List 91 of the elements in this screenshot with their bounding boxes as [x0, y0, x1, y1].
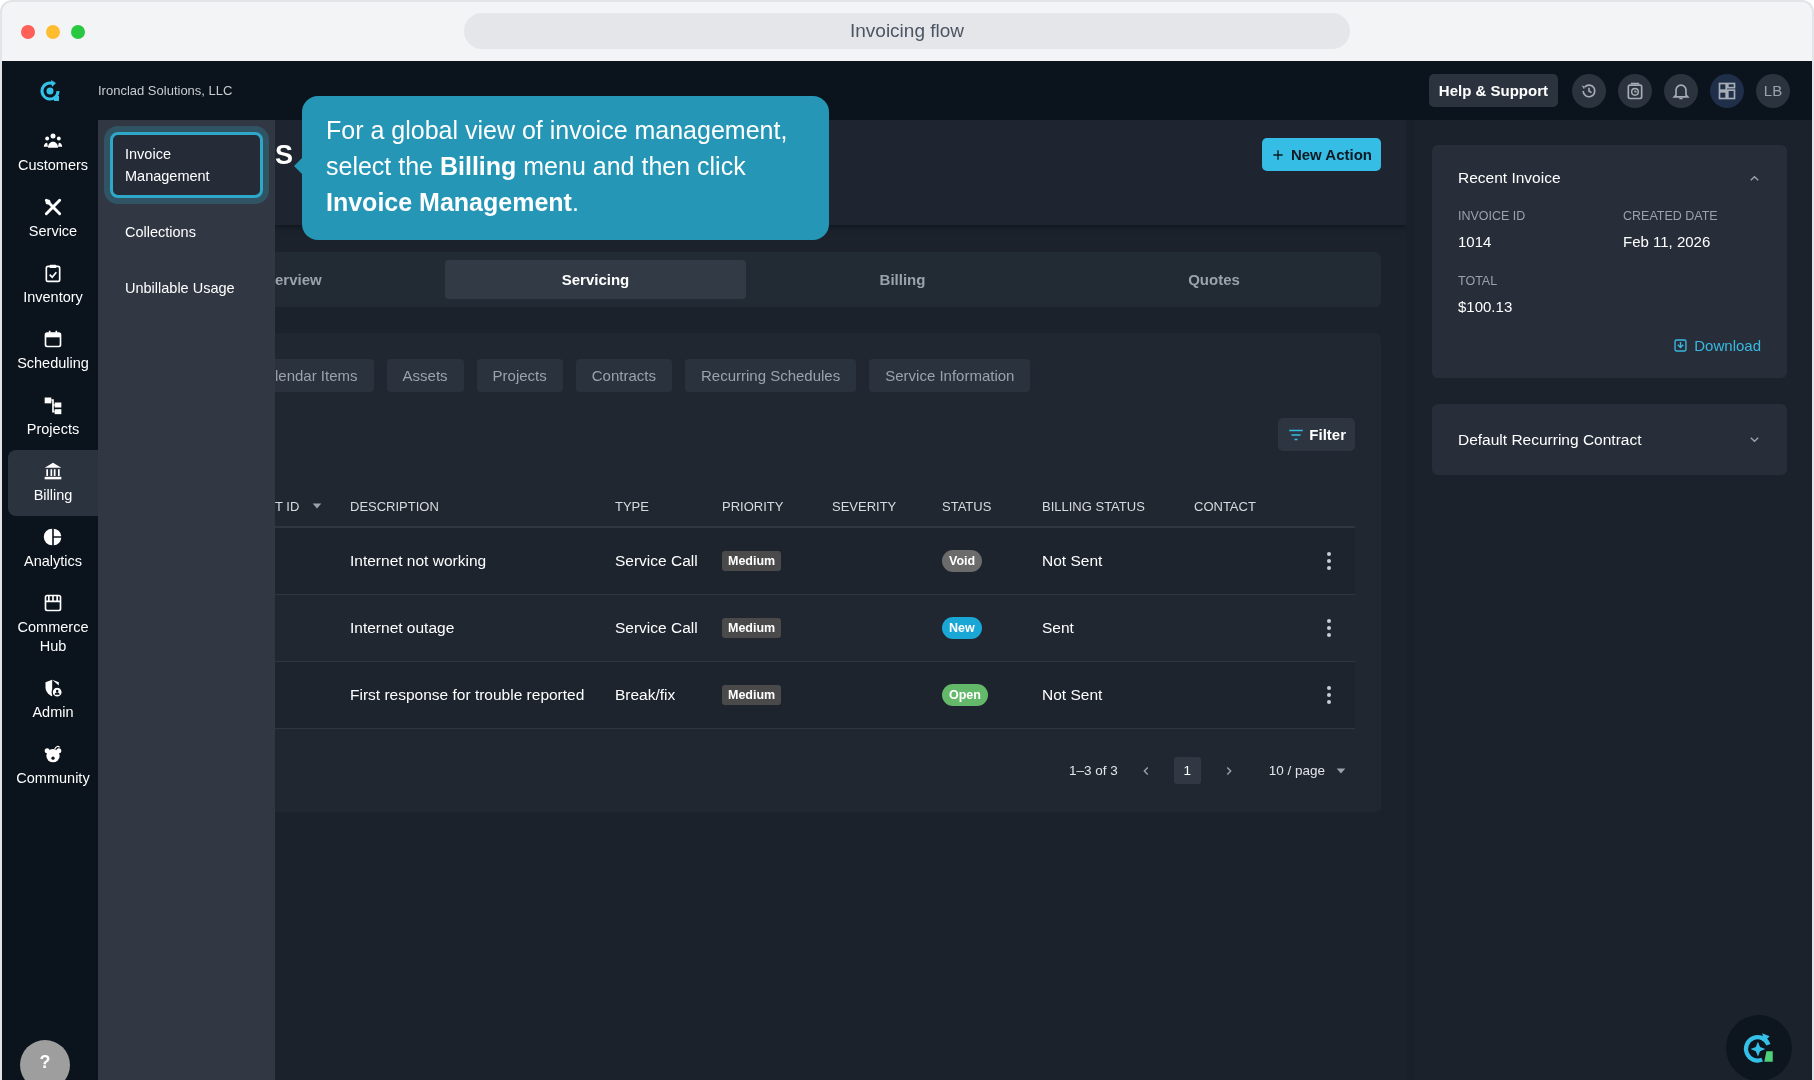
column-header: TYPE [615, 498, 649, 514]
sub-tab[interactable]: Assets [386, 359, 464, 392]
column-header: CONTACT [1194, 498, 1256, 514]
table-cell: Sent [1042, 619, 1074, 637]
priority-badge: Medium [722, 685, 782, 705]
priority-badge: Medium [722, 618, 782, 638]
table-cell: Internet not working [350, 552, 487, 570]
status-badge: Open [942, 684, 988, 706]
nav-item[interactable]: Scheduling [8, 318, 98, 384]
column-header: DESCRIPTION [350, 498, 439, 514]
priority-badge: Medium [722, 551, 782, 571]
table-cell: Not Sent [1042, 552, 1103, 570]
sub-tab[interactable]: Recurring Schedules [684, 359, 857, 392]
nav-item[interactable]: Service [8, 186, 98, 252]
tooltip-message: For a global view of invoice management, select the Billing menu and then click Invoice Management. [294, 96, 829, 240]
field-label: CREATED DATE [1623, 209, 1719, 223]
column-header: SEVERITY [832, 498, 897, 514]
panel-title: Default Recurring Contract [1458, 430, 1642, 449]
download-link[interactable]: Download [1673, 337, 1761, 354]
table-cell: Service Call [615, 619, 698, 637]
field-label: INVOICE ID [1458, 209, 1527, 223]
page-size-select[interactable]: 10 / page [1268, 763, 1347, 778]
sub-tab[interactable]: lendar Items [275, 359, 374, 392]
close-dot[interactable] [21, 24, 35, 39]
timesheet-icon [1625, 80, 1645, 101]
filter-button[interactable]: Filter [1278, 418, 1355, 451]
submenu-item[interactable]: Unbillable Usage [110, 266, 263, 310]
nav-item[interactable]: Commerce Hub [8, 582, 98, 667]
minimize-dot[interactable] [46, 24, 60, 39]
clipboard-icon [43, 263, 63, 283]
sub-tab[interactable]: Service Information [869, 359, 1031, 392]
column-header: PRIORITY [722, 498, 784, 514]
tools-icon [43, 197, 63, 217]
dashboard-button[interactable] [1710, 73, 1744, 108]
company-name: Ironclad Solutions, LLC [98, 83, 234, 98]
panel-title: Recent Invoice [1458, 169, 1561, 187]
new-action-button[interactable]: New Action [1261, 138, 1381, 171]
logo-icon [38, 78, 62, 103]
bank-icon [43, 461, 63, 481]
shield-user-icon [43, 678, 63, 698]
table-cell: Internet outage [350, 619, 455, 637]
field-value: Feb 11, 2026 [1623, 233, 1712, 250]
download-icon [1673, 338, 1689, 353]
avatar[interactable]: LB [1756, 73, 1790, 108]
submenu-item[interactable]: Collections [110, 210, 263, 254]
dashboard-icon [1717, 80, 1737, 101]
maximize-dot[interactable] [71, 24, 85, 39]
nav-item[interactable]: Billing [8, 450, 98, 516]
sub-tab[interactable]: Projects [476, 359, 563, 392]
table-cell: Not Sent [1042, 686, 1103, 704]
column-header[interactable]: T ID [275, 498, 300, 514]
calendar-icon [43, 329, 63, 349]
nav-item[interactable]: Inventory [8, 252, 98, 318]
nav-item[interactable]: Projects [8, 384, 98, 450]
page-heading: S [275, 140, 293, 171]
pagination-summary: 1–3 of 3 [1068, 763, 1118, 778]
field-label: TOTAL [1458, 274, 1499, 288]
history-button[interactable] [1572, 73, 1606, 108]
more-icon[interactable] [1325, 685, 1332, 705]
page-number[interactable]: 1 [1173, 757, 1201, 784]
nav-item[interactable]: Customers [8, 120, 98, 186]
tab[interactable]: Billing [746, 260, 1059, 299]
field-value: $100.13 [1458, 298, 1514, 315]
people-icon [43, 131, 63, 151]
tab[interactable]: erview [275, 260, 445, 299]
storefront-icon [43, 593, 63, 613]
pie-chart-icon [43, 527, 63, 547]
nav-item[interactable]: Admin [8, 667, 98, 733]
tab[interactable]: Servicing [445, 260, 746, 299]
nav-item[interactable]: Community [8, 733, 98, 799]
table-cell: Break/fix [615, 686, 676, 704]
column-header: BILLING STATUS [1042, 498, 1145, 514]
more-icon[interactable] [1325, 618, 1332, 638]
plus-icon [1270, 147, 1285, 162]
timesheet-button[interactable] [1618, 73, 1652, 108]
window-title: Invoicing flow [464, 13, 1350, 49]
table-cell: Service Call [615, 552, 698, 570]
sub-tab[interactable]: Contracts [575, 359, 672, 392]
bell-button[interactable] [1664, 73, 1698, 108]
bear-icon [43, 744, 63, 764]
submenu-item[interactable]: Invoice Management [110, 132, 263, 198]
column-header: STATUS [942, 498, 992, 514]
nav-item[interactable]: Analytics [8, 516, 98, 582]
field-value: 1014 [1458, 233, 1493, 250]
tab[interactable]: Quotes [1059, 260, 1369, 299]
hierarchy-icon [43, 395, 63, 415]
status-badge: New [942, 617, 982, 639]
more-icon[interactable] [1325, 551, 1332, 571]
status-badge: Void [942, 550, 983, 572]
help-support-button[interactable]: Help & Support [1428, 74, 1558, 107]
table-cell: First response for trouble reported [350, 686, 585, 704]
